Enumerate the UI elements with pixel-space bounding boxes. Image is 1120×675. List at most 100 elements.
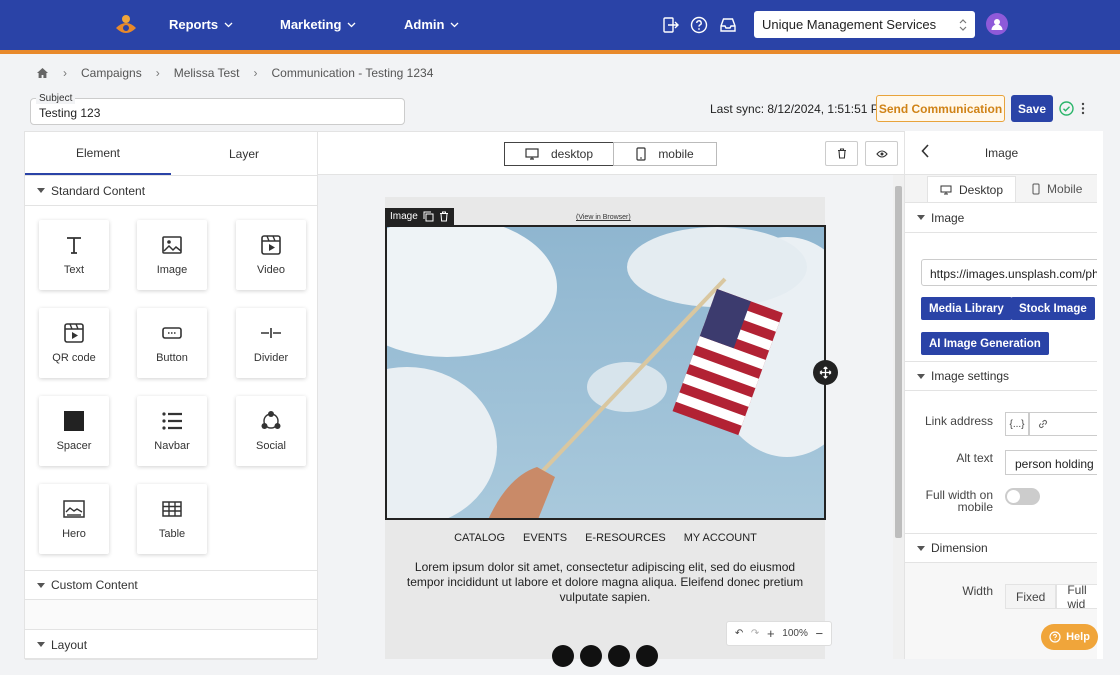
properties-device-tabs: Desktop Mobile xyxy=(905,175,1097,203)
breadcrumb-campaigns[interactable]: Campaigns xyxy=(81,66,142,80)
x-icon[interactable] xyxy=(636,645,658,667)
tile-social[interactable]: Social xyxy=(236,396,306,466)
user-avatar[interactable] xyxy=(986,13,1008,35)
tile-hero[interactable]: Hero xyxy=(39,484,109,554)
tile-image[interactable]: Image xyxy=(137,220,207,290)
width-label: Width xyxy=(962,584,993,598)
media-library-button[interactable]: Media Library xyxy=(921,297,1012,320)
trash-icon[interactable] xyxy=(439,211,449,222)
properties-panel: Image Desktop Mobile Image https://image… xyxy=(904,131,1097,659)
zoom-in-icon[interactable]: + xyxy=(767,626,775,641)
zoom-level: 100% xyxy=(782,628,808,639)
help-button[interactable]: Help xyxy=(1041,624,1098,650)
spacer-icon xyxy=(64,411,84,431)
chevron-right-icon: › xyxy=(253,66,258,80)
home-icon[interactable] xyxy=(36,67,49,79)
tab-mobile[interactable]: Mobile xyxy=(1020,176,1094,202)
width-fixed-option[interactable]: Fixed xyxy=(1005,584,1057,609)
move-handle-icon[interactable] xyxy=(813,360,838,385)
trash-icon xyxy=(837,148,846,159)
nav-reports[interactable]: Reports xyxy=(169,17,233,32)
copy-icon[interactable] xyxy=(423,211,434,222)
tab-desktop[interactable]: Desktop xyxy=(927,176,1017,202)
section-layout[interactable]: Layout xyxy=(25,630,317,660)
properties-scrollbar[interactable] xyxy=(1097,131,1103,659)
tab-layer[interactable]: Layer xyxy=(171,132,317,175)
text-icon xyxy=(67,237,81,254)
subject-input[interactable]: Testing 123 xyxy=(30,98,405,125)
facebook-icon[interactable] xyxy=(552,645,574,667)
more-options-icon[interactable] xyxy=(1079,101,1087,116)
email-nav-e-resources[interactable]: E-RESOURCES xyxy=(585,532,666,544)
email-nav-my-account[interactable]: MY ACCOUNT xyxy=(684,532,757,544)
chevron-right-icon: › xyxy=(155,66,160,80)
stock-image-button[interactable]: Stock Image xyxy=(1011,297,1095,320)
video-icon xyxy=(261,235,281,255)
chevron-right-icon: › xyxy=(63,66,67,80)
caret-down-icon xyxy=(37,582,45,588)
tile-video[interactable]: Video xyxy=(236,220,306,290)
organization-select[interactable]: Unique Management Services xyxy=(754,11,975,38)
device-mobile-button[interactable]: mobile xyxy=(613,142,717,166)
section-custom-content[interactable]: Custom Content xyxy=(25,570,317,600)
undo-icon[interactable]: ↶ xyxy=(735,628,743,639)
caret-down-icon xyxy=(917,545,925,551)
tile-table[interactable]: Table xyxy=(137,484,207,554)
caret-down-icon xyxy=(37,188,45,193)
link-address-label: Link address xyxy=(924,414,993,428)
logout-icon[interactable] xyxy=(660,15,680,35)
user-icon xyxy=(991,19,1003,30)
full-width-mobile-toggle[interactable] xyxy=(1005,488,1040,505)
inbox-icon[interactable] xyxy=(718,15,738,35)
email-body-text[interactable]: Lorem ipsum dolor sit amet, consectetur … xyxy=(405,560,805,605)
instagram-icon[interactable] xyxy=(580,645,602,667)
preview-button[interactable] xyxy=(865,141,898,166)
caret-down-icon xyxy=(37,642,45,647)
custom-content-body xyxy=(25,600,317,630)
tile-navbar[interactable]: Navbar xyxy=(137,396,207,466)
tile-spacer[interactable]: Spacer xyxy=(39,396,109,466)
variable-button[interactable]: {...} xyxy=(1005,412,1029,436)
breadcrumb-communication: Communication - Testing 1234 xyxy=(271,66,434,80)
monitor-icon xyxy=(940,185,952,194)
help-circle-icon[interactable] xyxy=(689,15,709,35)
properties-title: Image xyxy=(984,145,1019,160)
image-url-input[interactable]: https://images.unsplash.com/photo xyxy=(921,259,1097,286)
width-full-option[interactable]: Full wid xyxy=(1056,583,1097,611)
section-image-settings[interactable]: Image settings xyxy=(905,361,1097,391)
hero-image-flag[interactable] xyxy=(385,225,826,520)
email-nav-catalog[interactable]: CATALOG xyxy=(454,532,505,544)
app-logo-icon[interactable] xyxy=(113,12,139,38)
breadcrumb-melissa-test[interactable]: Melissa Test xyxy=(174,66,240,80)
check-circle-icon xyxy=(1059,101,1074,116)
zoom-out-icon[interactable]: − xyxy=(816,626,824,641)
elements-tabs: Element Layer xyxy=(25,132,317,176)
youtube-icon[interactable] xyxy=(608,645,630,667)
redo-icon[interactable]: ↷ xyxy=(751,628,759,639)
tile-qr-code[interactable]: QR code xyxy=(39,308,109,378)
delete-button[interactable] xyxy=(825,141,858,166)
hero-icon xyxy=(63,500,85,518)
tab-element[interactable]: Element xyxy=(25,132,171,175)
section-image[interactable]: Image xyxy=(905,203,1097,233)
nav-admin[interactable]: Admin xyxy=(404,17,459,32)
link-address-input[interactable] xyxy=(1029,412,1097,436)
alt-text-input[interactable]: person holding U xyxy=(1005,450,1097,475)
tile-divider[interactable]: Divider xyxy=(236,308,306,378)
tile-text[interactable]: Text xyxy=(39,220,109,290)
zoom-controls: ↶ ↷ + 100% − xyxy=(726,621,832,646)
last-sync-text: Last sync: 8/12/2024, 1:51:51 PM xyxy=(710,102,889,116)
properties-header: Image xyxy=(905,131,1097,175)
view-in-browser-link[interactable]: (View in Browser) xyxy=(576,214,631,221)
tile-button[interactable]: Button xyxy=(137,308,207,378)
email-nav-events[interactable]: EVENTS xyxy=(523,532,567,544)
save-button[interactable]: Save xyxy=(1011,95,1053,122)
ai-image-generation-button[interactable]: AI Image Generation xyxy=(921,332,1049,355)
nav-marketing[interactable]: Marketing xyxy=(280,17,356,32)
send-communication-button[interactable]: Send Communication xyxy=(876,95,1005,122)
section-standard-content[interactable]: Standard Content xyxy=(25,176,317,206)
table-icon xyxy=(162,501,182,517)
device-desktop-button[interactable]: desktop xyxy=(504,142,614,166)
canvas-scroll-thumb[interactable] xyxy=(895,186,902,538)
section-dimension[interactable]: Dimension xyxy=(905,533,1097,563)
